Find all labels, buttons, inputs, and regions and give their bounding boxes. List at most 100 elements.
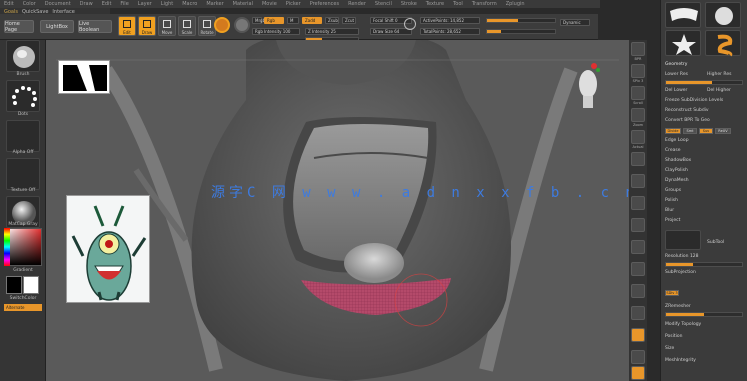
alpha-slot[interactable]	[6, 120, 40, 152]
sdiv-slider[interactable]	[665, 80, 743, 85]
transp-button[interactable]	[631, 350, 645, 364]
edge-loop-button[interactable]: Edge Loop	[665, 138, 689, 143]
project-toggle[interactable]: Project	[665, 218, 680, 223]
move-button[interactable]	[631, 284, 645, 298]
freeze-subdiv-button[interactable]: Freeze SubDivision Levels	[665, 98, 723, 103]
position-button[interactable]: Position	[665, 334, 683, 339]
suv-toggle[interactable]: Suv	[699, 128, 713, 134]
tool-thumb-pm3d[interactable]	[705, 2, 741, 28]
reconstruct-subdiv-button[interactable]: Reconstruct Subdiv	[665, 108, 709, 113]
meshintegrity-button[interactable]: MeshIntegrity	[665, 358, 696, 363]
divide-button[interactable]: Divide	[665, 128, 681, 134]
zcut-button[interactable]: Zcut	[342, 17, 356, 24]
rgb-button[interactable]: Rgb	[264, 17, 284, 24]
gxyz-button[interactable]	[631, 240, 645, 254]
floor-button[interactable]	[631, 196, 645, 210]
hue-strip[interactable]	[4, 228, 10, 266]
tool-thumb-zsphere[interactable]	[705, 30, 741, 57]
subtool-thumb[interactable]	[665, 230, 701, 250]
frame-button[interactable]	[631, 262, 645, 276]
rgb-intensity-field[interactable]: Rgb Intensity 100	[252, 28, 300, 35]
menu-item[interactable]: Preferences	[310, 1, 339, 7]
local-button[interactable]	[631, 218, 645, 232]
draw-mode-button[interactable]: Draw	[138, 16, 156, 36]
lightbox-button[interactable]: LightBox	[40, 20, 74, 33]
reference-image[interactable]	[66, 195, 150, 303]
material-swatch[interactable]	[214, 17, 230, 33]
zsub-button[interactable]: Zsub	[325, 17, 339, 24]
menu-item[interactable]: Light	[161, 1, 173, 7]
reuv-button[interactable]: ReUV	[715, 128, 731, 134]
zremesher-button[interactable]: ZRemesher	[665, 304, 691, 309]
zoom-button[interactable]	[631, 108, 645, 122]
actual-button[interactable]	[631, 130, 645, 144]
crease-button[interactable]: Crease	[665, 148, 681, 153]
lower-res-button[interactable]: Lower Res	[665, 72, 688, 77]
z-intensity-field[interactable]: Z Intensity 25	[305, 28, 359, 35]
head-gizmo-icon[interactable]	[576, 60, 600, 110]
resolution-field[interactable]: Resolution 128	[665, 254, 699, 259]
brush-slot[interactable]	[6, 40, 40, 72]
menu-item[interactable]: Render	[348, 1, 366, 7]
groups-toggle[interactable]: Groups	[665, 188, 681, 193]
spix-button[interactable]	[631, 64, 645, 78]
tool-thumb-simplebrush[interactable]	[665, 2, 701, 28]
menu-item[interactable]: Marker	[206, 1, 223, 7]
move-mode-button[interactable]: Move	[158, 16, 176, 36]
menu-item[interactable]: Stencil	[375, 1, 392, 7]
scroll-button[interactable]	[631, 86, 645, 100]
persp-button[interactable]	[631, 174, 645, 188]
menu-item[interactable]: Color	[23, 1, 36, 7]
higher-res-button[interactable]: Higher Res	[707, 72, 731, 77]
dynamic-icon[interactable]	[404, 18, 416, 30]
menu-item[interactable]: File	[120, 1, 128, 7]
shelf-slider-b[interactable]	[486, 29, 556, 34]
menu-item[interactable]: Edit	[102, 1, 112, 7]
subprojection-toggle[interactable]: SubProjection	[665, 270, 696, 275]
blur-slider[interactable]: Blur	[665, 208, 674, 213]
polish-toggle[interactable]: Polish	[665, 198, 678, 203]
claypolish-button[interactable]: ClayPolish	[665, 168, 688, 173]
modify-topology-button[interactable]: Modify Topology	[665, 322, 701, 327]
menu-item[interactable]: Picker	[286, 1, 301, 7]
menu-item[interactable]: Tool	[453, 1, 463, 7]
texture-slot[interactable]	[6, 158, 40, 190]
stroke-slot[interactable]	[6, 80, 40, 112]
draw-size-field[interactable]: Draw Size 64	[370, 28, 412, 35]
navigator-preview[interactable]	[58, 60, 110, 94]
geometry-header[interactable]: Geometry	[665, 62, 687, 67]
del-lower-button[interactable]: Del Lower	[665, 88, 687, 93]
menu-item[interactable]: Movie	[262, 1, 277, 7]
zremesher-slider[interactable]	[665, 312, 743, 317]
menu-item[interactable]: Layer	[138, 1, 152, 7]
viewport-canvas[interactable]: 源字C 网 w w w . a d n x x f b . c n	[46, 40, 629, 381]
m-button[interactable]: M	[287, 17, 299, 24]
secondary-color-swatch[interactable]	[23, 276, 39, 294]
size-button[interactable]: Size	[665, 346, 674, 351]
menu-item[interactable]: Edit	[4, 1, 14, 7]
menu-item[interactable]: Texture	[426, 1, 444, 7]
scale-button[interactable]	[631, 306, 645, 320]
menu-item[interactable]: Transform	[472, 1, 497, 7]
bpr-button[interactable]	[631, 42, 645, 56]
sdiv-button[interactable]: SDiv 3	[665, 290, 679, 296]
alternate-button[interactable]: Alternate	[4, 304, 42, 311]
polyf-button[interactable]	[631, 328, 645, 342]
dynamic-button[interactable]: Dynamic	[560, 19, 590, 26]
home-page-button[interactable]: Home Page	[4, 20, 34, 33]
aahalf-button[interactable]	[631, 152, 645, 166]
mrgb-button[interactable]: Mrgb	[252, 17, 265, 24]
convert-bpr-button[interactable]: Convert BPR To Geo	[665, 118, 710, 123]
shelf-slider-a[interactable]	[486, 18, 556, 23]
zadd-button[interactable]: Zadd	[302, 17, 322, 24]
shadowbox-button[interactable]: ShadowBox	[665, 158, 691, 163]
menu-item[interactable]: Draw	[80, 1, 93, 7]
edit-mode-button[interactable]: Edit	[118, 16, 136, 36]
smt-toggle[interactable]: Smt	[683, 128, 697, 134]
menu-item[interactable]: Material	[233, 1, 253, 7]
solo-button[interactable]	[631, 366, 645, 380]
dynamesh-button[interactable]: DynaMesh	[665, 178, 689, 183]
primary-color-swatch[interactable]	[6, 276, 22, 294]
del-higher-button[interactable]: Del Higher	[707, 88, 731, 93]
menu-item[interactable]: Stroke	[401, 1, 417, 7]
